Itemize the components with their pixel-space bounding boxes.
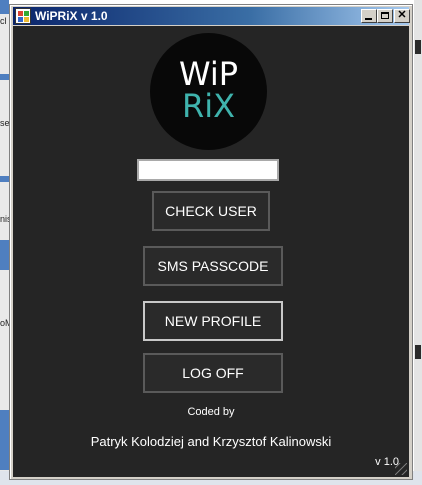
app-icon[interactable] <box>15 8 31 24</box>
sms-passcode-button[interactable]: SMS PASSCODE <box>143 246 283 286</box>
wiprix-logo: WiP RiX <box>150 33 267 150</box>
background-right-edge <box>414 0 422 485</box>
check-user-button[interactable]: CHECK USER <box>152 191 270 231</box>
minimize-icon <box>365 18 372 20</box>
background-left-edge: cl se nis oM <box>0 0 13 485</box>
new-profile-button[interactable]: NEW PROFILE <box>143 301 283 341</box>
logo-text-bottom: RiX <box>181 87 236 125</box>
background-blue-strip <box>0 176 9 182</box>
background-blue-strip <box>0 74 9 80</box>
authors-label: Patryk Kolodziej and Krzysztof Kalinowsk… <box>90 434 332 449</box>
log-off-button[interactable]: LOG OFF <box>143 353 283 393</box>
user-input[interactable] <box>137 159 279 181</box>
window-title: WiPRiX v 1.0 <box>35 9 108 23</box>
background-blue-strip <box>0 240 9 270</box>
coded-by-label: Coded by <box>187 406 235 418</box>
close-button[interactable]: ✕ <box>394 9 410 23</box>
minimize-button[interactable] <box>361 9 377 23</box>
resize-grip[interactable] <box>395 463 407 475</box>
close-icon: ✕ <box>397 9 407 21</box>
client-area: WiP RiX CHECK USER SMS PASSCODE NEW PROF… <box>13 26 409 477</box>
title-bar[interactable]: WiPRiX v 1.0 ✕ <box>13 7 410 25</box>
background-block <box>415 345 421 359</box>
maximize-icon <box>381 12 389 19</box>
background-blue-strip <box>0 0 9 14</box>
maximize-button[interactable] <box>377 9 393 23</box>
logo-text-top: WiP <box>178 55 239 93</box>
background-block <box>415 40 421 54</box>
background-blue-strip <box>0 410 9 470</box>
background-label-1: cl <box>0 16 7 26</box>
app-window: WiPRiX v 1.0 ✕ WiP RiX CHECK USER SMS PA… <box>9 4 413 480</box>
